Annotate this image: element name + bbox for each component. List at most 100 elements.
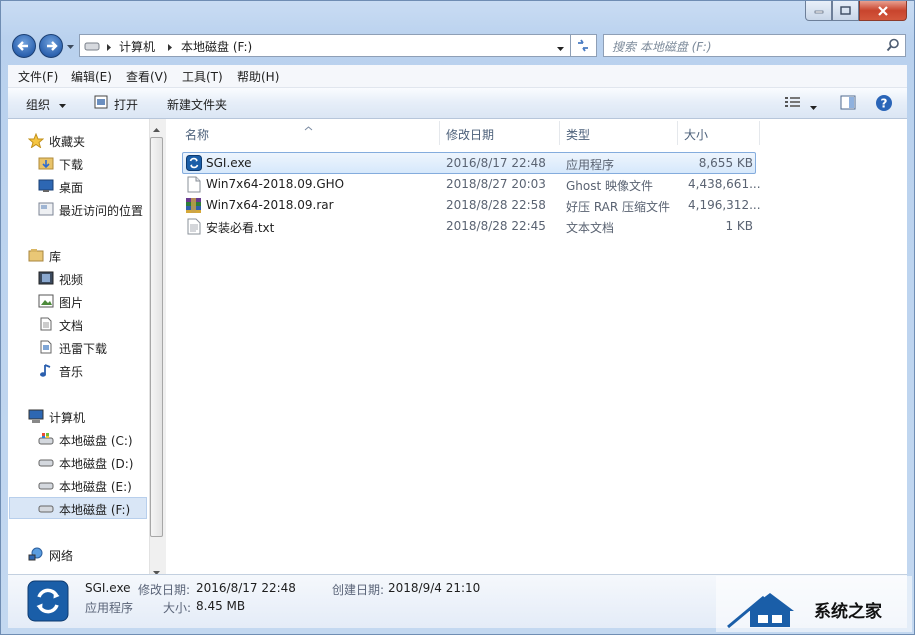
view-options-icon[interactable]: [785, 96, 801, 111]
column-divider[interactable]: [559, 121, 560, 145]
menu-file[interactable]: 文件(F): [18, 68, 58, 85]
recent-pages-dropdown[interactable]: [66, 40, 75, 54]
watermark-text: 系统之家: [814, 602, 882, 622]
file-name[interactable]: Win7x64-2018.09.GHO: [206, 177, 344, 191]
nav-downloads[interactable]: 下载: [59, 156, 83, 173]
sgi-app-icon: [186, 155, 202, 174]
column-divider[interactable]: [677, 121, 678, 145]
menu-edit[interactable]: 编辑(E): [71, 68, 112, 85]
nav-network[interactable]: 网络: [49, 547, 73, 564]
nav-libraries[interactable]: 库: [49, 248, 61, 265]
chevron-down-icon: [67, 45, 74, 49]
file-size: 1 KB: [725, 219, 753, 233]
nav-music[interactable]: 音乐: [59, 363, 83, 380]
nav-drive-d[interactable]: 本地磁盘 (D:): [59, 455, 133, 472]
column-divider[interactable]: [759, 121, 760, 145]
breadcrumb-separator-icon: [106, 41, 112, 55]
chevron-down-icon: [58, 104, 66, 108]
details-modified-value: 2016/8/17 22:48: [196, 581, 296, 595]
view-dropdown[interactable]: [809, 100, 818, 114]
nav-drive-f[interactable]: 本地磁盘 (F:): [59, 501, 130, 518]
preview-pane-icon[interactable]: [840, 95, 856, 113]
back-arrow-icon: [17, 41, 28, 51]
file-name[interactable]: SGI.exe: [206, 156, 252, 170]
column-header-date[interactable]: 修改日期: [446, 126, 494, 143]
file-type: 文本文档: [566, 221, 615, 235]
downloads-folder-icon: [38, 156, 54, 173]
generic-file-icon: [187, 176, 202, 196]
recent-places-icon: [38, 202, 54, 219]
nav-favorites[interactable]: 收藏夹: [49, 133, 85, 150]
forward-button[interactable]: [39, 34, 63, 58]
new-folder-button[interactable]: 新建文件夹: [167, 96, 227, 113]
nav-documents[interactable]: 文档: [59, 317, 83, 334]
nav-recent-places[interactable]: 最近访问的位置: [59, 202, 143, 219]
videos-icon: [38, 271, 54, 288]
file-size: 4,196,312...: [688, 198, 761, 212]
nav-drive-c[interactable]: 本地磁盘 (C:): [59, 432, 133, 449]
breadcrumb-drive-f[interactable]: 本地磁盘 (F:): [181, 38, 252, 55]
nav-videos[interactable]: 视频: [59, 271, 83, 288]
nav-computer[interactable]: 计算机: [49, 409, 85, 426]
minimize-icon: [814, 10, 823, 13]
search-icon[interactable]: [886, 38, 900, 55]
menu-tools[interactable]: 工具(T): [182, 68, 223, 85]
chevron-down-icon: [557, 47, 564, 51]
breadcrumb-separator-icon: [167, 41, 173, 55]
close-button[interactable]: [859, 1, 907, 21]
organize-label: 组织: [26, 98, 51, 112]
scroll-up-icon[interactable]: [152, 122, 161, 136]
column-divider[interactable]: [439, 121, 440, 145]
nav-drive-e[interactable]: 本地磁盘 (E:): [59, 478, 132, 495]
watermark-logo: [724, 585, 810, 632]
pictures-icon: [38, 294, 54, 311]
back-button[interactable]: [12, 34, 36, 58]
refresh-button[interactable]: [571, 34, 597, 57]
details-created-label: 创建日期:: [332, 583, 385, 597]
file-date: 2018/8/27 20:03: [446, 177, 546, 191]
refresh-icon: [578, 39, 588, 52]
column-header-size[interactable]: 大小: [684, 126, 708, 143]
network-icon: [28, 547, 44, 565]
column-header-name[interactable]: 名称: [185, 126, 209, 143]
organize-button[interactable]: 组织: [26, 96, 67, 113]
file-size: 4,438,661...: [688, 177, 761, 191]
drive-icon: [38, 455, 54, 472]
desktop-icon: [38, 179, 54, 196]
details-modified-label: 修改日期:: [138, 583, 191, 597]
chevron-down-icon: [810, 106, 817, 110]
file-type: 好压 RAR 压缩文件: [566, 200, 671, 214]
file-date: 2018/8/28 22:45: [446, 219, 546, 233]
file-name[interactable]: Win7x64-2018.09.rar: [206, 198, 334, 212]
open-icon: [94, 95, 108, 112]
maximize-button[interactable]: [832, 1, 859, 21]
file-type: 应用程序: [566, 158, 615, 172]
nav-pictures[interactable]: 图片: [59, 294, 83, 311]
text-file-icon: [187, 218, 202, 238]
details-size-label: 大小:: [163, 601, 192, 615]
scrollbar-thumb[interactable]: [150, 137, 163, 537]
nav-xunlei-downloads[interactable]: 迅雷下载: [59, 340, 107, 357]
column-header-type[interactable]: 类型: [566, 126, 590, 143]
computer-icon: [28, 409, 44, 427]
search-placeholder: 搜索 本地磁盘 (F:): [612, 40, 712, 54]
details-size-value: 8.45 MB: [196, 599, 246, 613]
drive-icon: [84, 40, 100, 55]
rar-archive-icon: [185, 197, 202, 217]
address-dropdown[interactable]: [556, 42, 565, 56]
open-button[interactable]: 打开: [114, 96, 138, 113]
forward-arrow-icon: [47, 41, 58, 51]
documents-icon: [38, 317, 54, 334]
music-icon: [38, 363, 54, 381]
menu-help[interactable]: 帮助(H): [237, 68, 279, 85]
file-name[interactable]: 安装必看.txt: [206, 219, 274, 236]
xunlei-downloads-icon: [38, 340, 54, 357]
nav-desktop[interactable]: 桌面: [59, 179, 83, 196]
minimize-button[interactable]: [805, 1, 832, 21]
file-date: 2018/8/28 22:58: [446, 198, 546, 212]
menu-view[interactable]: 查看(V): [126, 68, 168, 85]
drive-icon: [38, 478, 54, 495]
help-icon[interactable]: ?: [875, 94, 893, 115]
close-icon: [878, 5, 888, 16]
breadcrumb-computer[interactable]: 计算机: [119, 38, 155, 55]
